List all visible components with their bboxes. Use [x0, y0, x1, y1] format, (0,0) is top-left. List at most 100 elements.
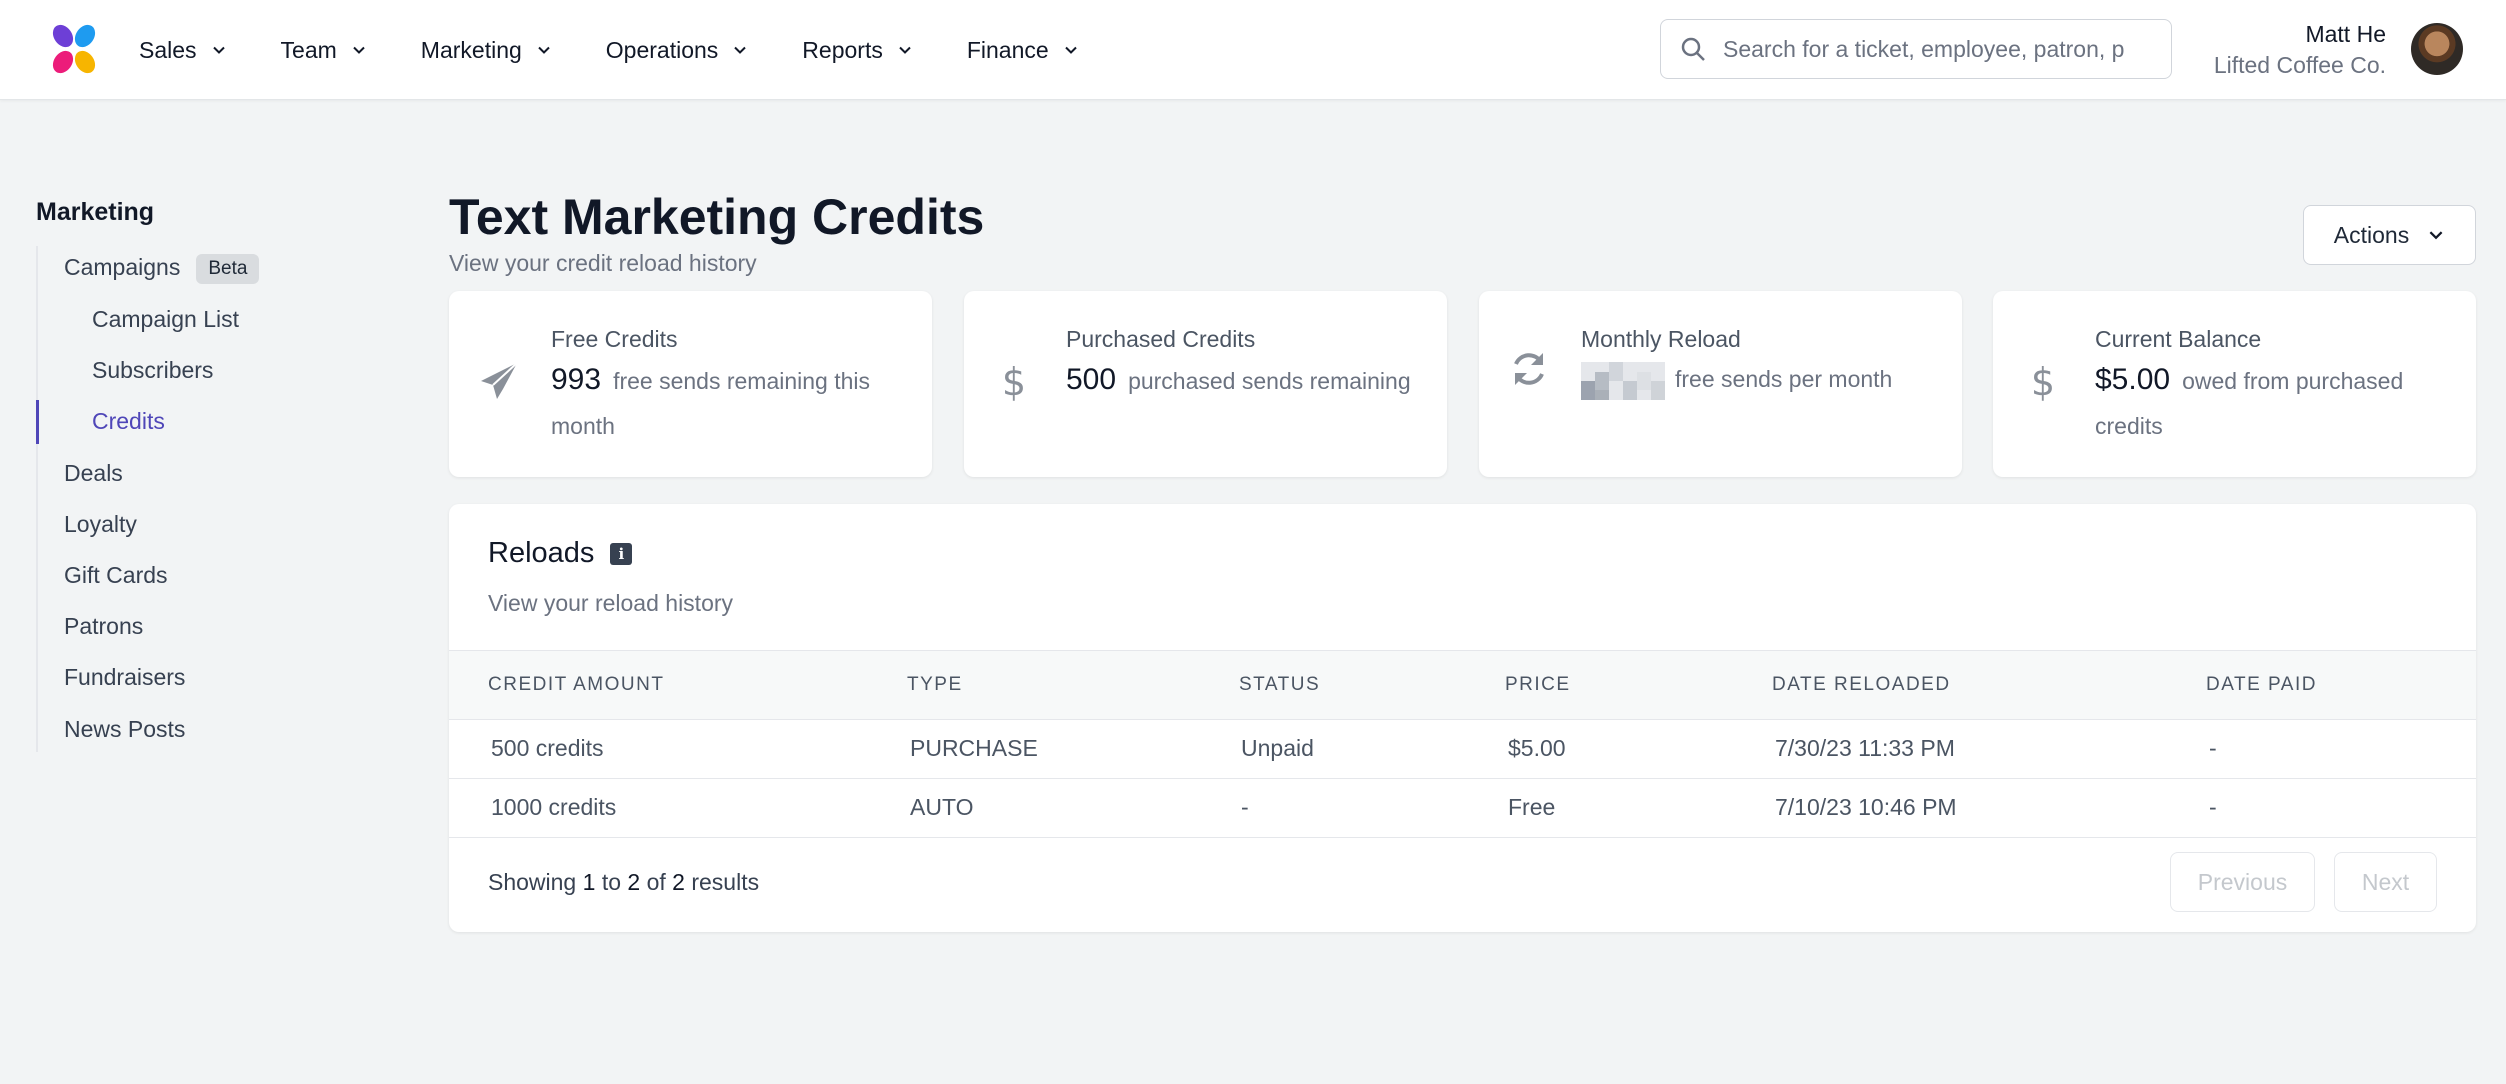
card-label: Monthly Reload [1581, 326, 1741, 352]
user-name: Matt He [2305, 21, 2386, 47]
sidebar-item-campaign-list[interactable]: Campaign List [92, 306, 239, 333]
column-header: STATUS [1239, 674, 1321, 695]
card-value: 500 purchased sends remaining [1066, 357, 1426, 404]
nav-team[interactable]: Team [281, 37, 367, 64]
redacted-value [1581, 361, 1665, 400]
cell-status: Unpaid [1241, 735, 1314, 761]
avatar[interactable] [2411, 23, 2463, 75]
nav-label: Finance [966, 36, 1049, 63]
card-label: Purchased Credits [1066, 326, 1256, 352]
card-value: free sends per month [1581, 357, 1941, 402]
user-company: Lifted Coffee Co. [2213, 52, 2386, 78]
chevron-down-icon [2429, 231, 2443, 240]
chevron-down-icon [734, 46, 747, 54]
chevron-down-icon [1064, 46, 1077, 54]
cell-type: PURCHASE [910, 735, 1038, 761]
nav-sales[interactable]: Sales [139, 37, 227, 64]
active-indicator [36, 400, 39, 444]
nav-label: Marketing [420, 36, 522, 63]
sidebar-item-patrons[interactable]: Patrons [64, 613, 143, 640]
refresh-icon [1514, 353, 1544, 385]
nav-operations[interactable]: Operations [606, 37, 749, 64]
reloads-panel: Reloads i View your reload history CREDI… [449, 504, 2476, 932]
card-suffix: free sends per month [1675, 366, 1893, 392]
cell-date-reloaded: 7/30/23 11:33 PM [1775, 735, 1955, 761]
beta-badge: Beta [196, 254, 260, 284]
cell-date-paid: - [2209, 735, 2217, 761]
app-logo-icon[interactable] [46, 22, 102, 78]
nav-reports[interactable]: Reports [802, 37, 913, 64]
cell-date-reloaded: 7/10/23 10:46 PM [1775, 794, 1957, 820]
sidebar-item-label: Campaigns [64, 254, 181, 281]
paper-plane-icon [481, 362, 518, 399]
card-label: Free Credits [551, 326, 678, 352]
summary-text: results [691, 869, 760, 895]
dollar-icon: $ [1002, 360, 1026, 403]
actions-label: Actions [2333, 221, 2410, 248]
summary-total: 2 [672, 869, 685, 895]
summary-to: 2 [627, 869, 641, 895]
sidebar-title: Marketing [36, 198, 155, 226]
card-number: 500 [1066, 363, 1117, 396]
current-balance-card: $ Current Balance $5.00 owed from purchas… [1993, 291, 2476, 477]
page-subtitle: View your credit reload history [449, 250, 757, 276]
nav-label: Team [280, 36, 337, 63]
info-icon[interactable]: i [610, 542, 633, 565]
sidebar-item-subscribers[interactable]: Subscribers [92, 357, 213, 384]
free-credits-card: Free Credits 993 free sends remaining thi… [449, 291, 932, 477]
column-header: CREDIT AMOUNT [488, 674, 665, 695]
cell-price: Free [1508, 794, 1556, 820]
column-header: DATE RELOADED [1772, 674, 1951, 695]
card-number: $5.00 [2095, 363, 2171, 396]
sidebar-item-deals[interactable]: Deals [64, 460, 123, 487]
summary-text: to [601, 869, 621, 895]
sidebar-item-news-posts[interactable]: News Posts [64, 716, 185, 743]
card-value: 993 free sends remaining this month [551, 357, 911, 449]
table-row[interactable]: 500 credits PURCHASE Unpaid $5.00 7/30/2… [449, 720, 2476, 779]
reloads-title: Reloads i [488, 537, 633, 570]
search-input[interactable] [1723, 35, 2133, 63]
next-button[interactable]: Next [2334, 852, 2437, 912]
cell-status: - [1241, 794, 1249, 820]
page-title: Text Marketing Credits [449, 189, 985, 245]
top-navigation-bar: Sales Team Marketing Operations Reports … [0, 0, 2506, 100]
card-suffix: purchased sends remaining [1128, 368, 1411, 394]
sidebar-item-gift-cards[interactable]: Gift Cards [64, 562, 168, 589]
sidebar-item-fundraisers[interactable]: Fundraisers [64, 664, 185, 691]
nav-marketing[interactable]: Marketing [421, 37, 552, 64]
pagination-summary: Showing 1 to 2 of 2 results [488, 869, 759, 896]
actions-button[interactable]: Actions [2303, 205, 2476, 265]
chevron-down-icon [353, 46, 365, 54]
sidebar-item-credits[interactable]: Credits [92, 408, 165, 435]
sidebar-item-loyalty[interactable]: Loyalty [64, 511, 137, 538]
sidebar-nav: Campaigns Beta Campaign List Subscribers … [36, 246, 296, 752]
nav-finance[interactable]: Finance [967, 37, 1079, 64]
user-info[interactable]: Matt He Lifted Coffee Co. [2214, 19, 2386, 81]
card-value: $5.00 owed from purchased credits [2095, 357, 2455, 449]
svg-text:$: $ [1002, 360, 1026, 403]
table-header: CREDIT AMOUNT TYPE STATUS PRICE DATE REL… [449, 650, 2476, 720]
nav-label: Sales [139, 36, 197, 63]
table-row[interactable]: 1000 credits AUTO - Free 7/10/23 10:46 P… [449, 779, 2476, 838]
cell-credit-amount: 1000 credits [491, 794, 617, 820]
cell-credit-amount: 500 credits [491, 735, 604, 761]
card-label: Current Balance [2095, 326, 2262, 352]
chevron-down-icon [538, 46, 550, 54]
chevron-down-icon [212, 46, 225, 54]
search-icon [1681, 37, 1705, 61]
sidebar-item-campaigns[interactable]: Campaigns Beta [64, 254, 260, 284]
column-header: TYPE [907, 674, 963, 695]
chevron-down-icon [899, 46, 911, 54]
nav-label: Reports [802, 36, 883, 63]
cell-type: AUTO [910, 794, 974, 820]
cell-date-paid: - [2209, 794, 2217, 820]
summary-from: 1 [582, 869, 596, 895]
previous-button[interactable]: Previous [2170, 852, 2315, 912]
cell-price: $5.00 [1508, 735, 1566, 761]
global-search[interactable] [1660, 19, 2172, 79]
summary-text: of [646, 869, 666, 895]
card-number: 993 [551, 363, 602, 396]
column-header: PRICE [1505, 674, 1571, 695]
purchased-credits-card: $ Purchased Credits 500 purchased sends r… [964, 291, 1447, 477]
column-header: DATE PAID [2206, 674, 2317, 695]
